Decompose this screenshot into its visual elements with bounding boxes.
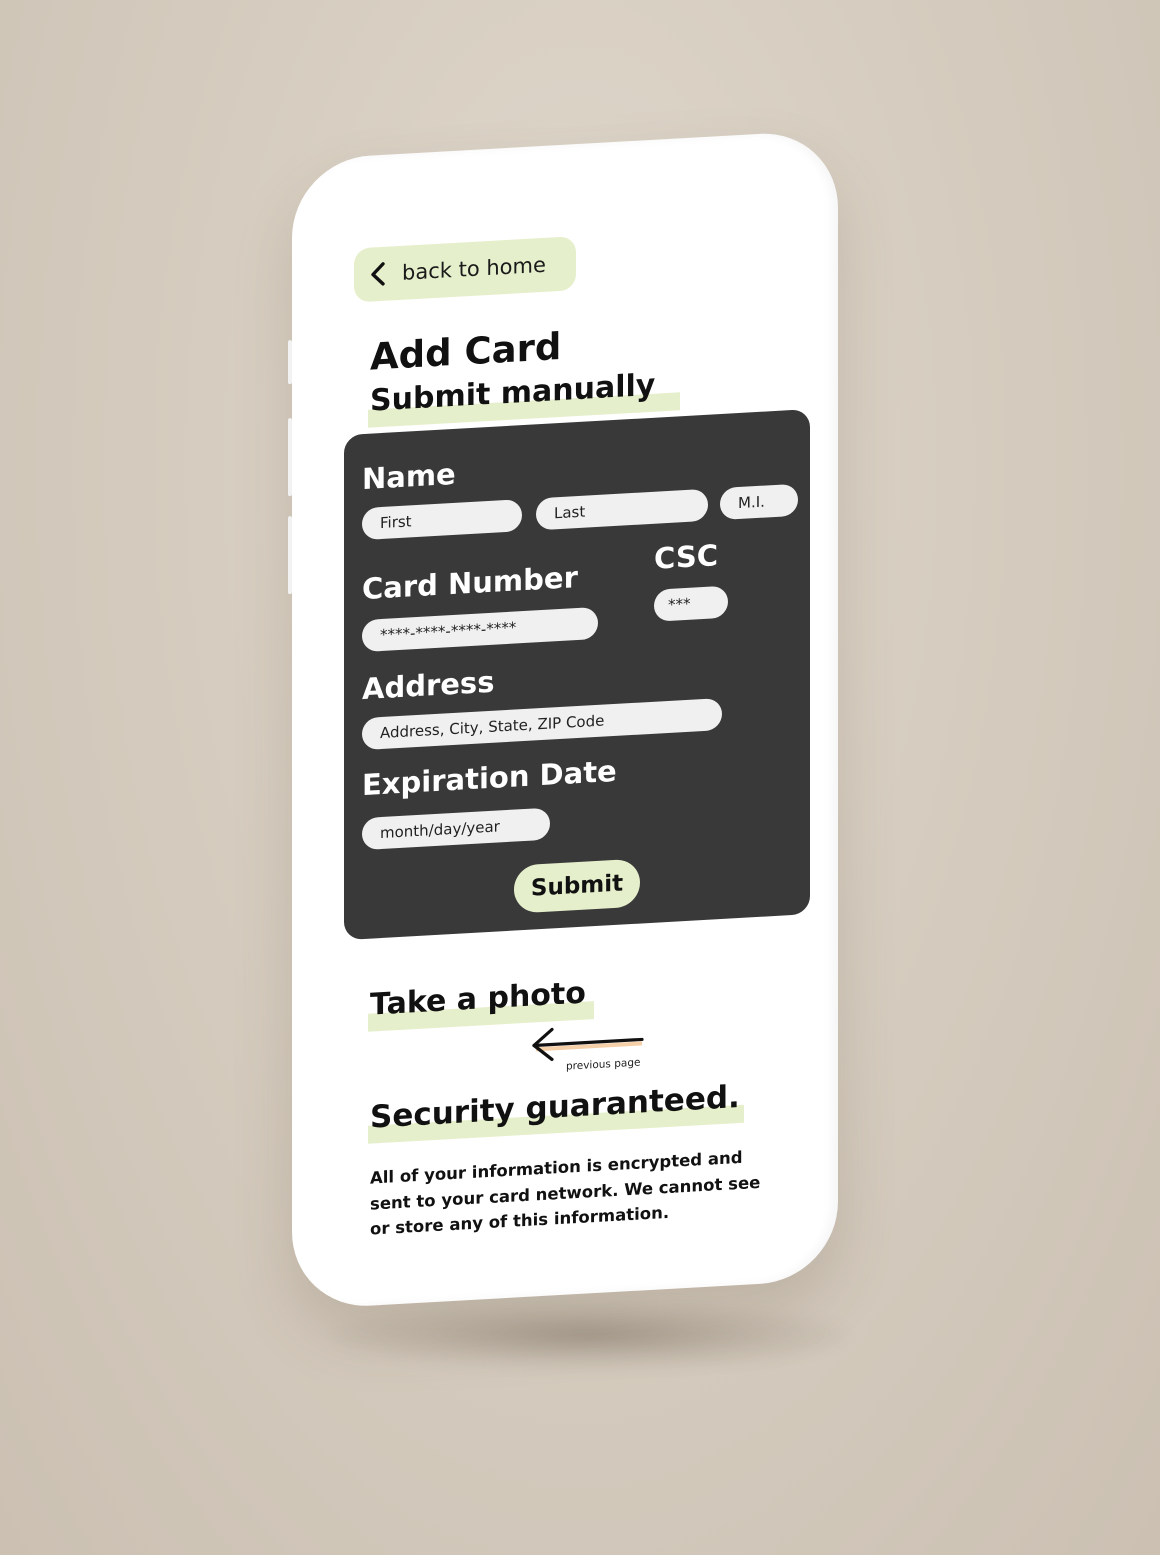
csc-field[interactable]	[654, 585, 728, 622]
back-to-home-button[interactable]: back to home	[354, 236, 576, 303]
phone-side-button	[288, 418, 292, 497]
name-label: Name	[362, 456, 456, 497]
chevron-left-icon	[368, 261, 388, 288]
phone-side-button	[288, 340, 292, 385]
back-to-home-label: back to home	[402, 252, 546, 285]
address-field[interactable]	[362, 697, 722, 751]
card-number-field[interactable]	[362, 606, 598, 653]
floor-shadow	[330, 1300, 850, 1370]
previous-page-link[interactable]: previous page	[528, 1022, 646, 1081]
csc-label: CSC	[654, 538, 718, 576]
submit-button[interactable]: Submit	[514, 858, 640, 914]
security-description: All of your information is encrypted and…	[370, 1147, 761, 1239]
expiration-date-label: Expiration Date	[362, 753, 617, 803]
last-name-field[interactable]	[536, 488, 708, 531]
address-label: Address	[362, 664, 495, 707]
phone-side-button	[288, 516, 292, 595]
middle-initial-field[interactable]	[720, 483, 798, 521]
page-title: Add Card	[370, 324, 562, 379]
phone-frame: back to home Add Card Submit manually Na…	[288, 129, 838, 1310]
first-name-field[interactable]	[362, 499, 522, 541]
card-number-label: Card Number	[362, 560, 578, 607]
expiration-date-field[interactable]	[362, 807, 550, 851]
card-form-panel: Name Card Number CSC Address Expiration …	[344, 409, 810, 941]
